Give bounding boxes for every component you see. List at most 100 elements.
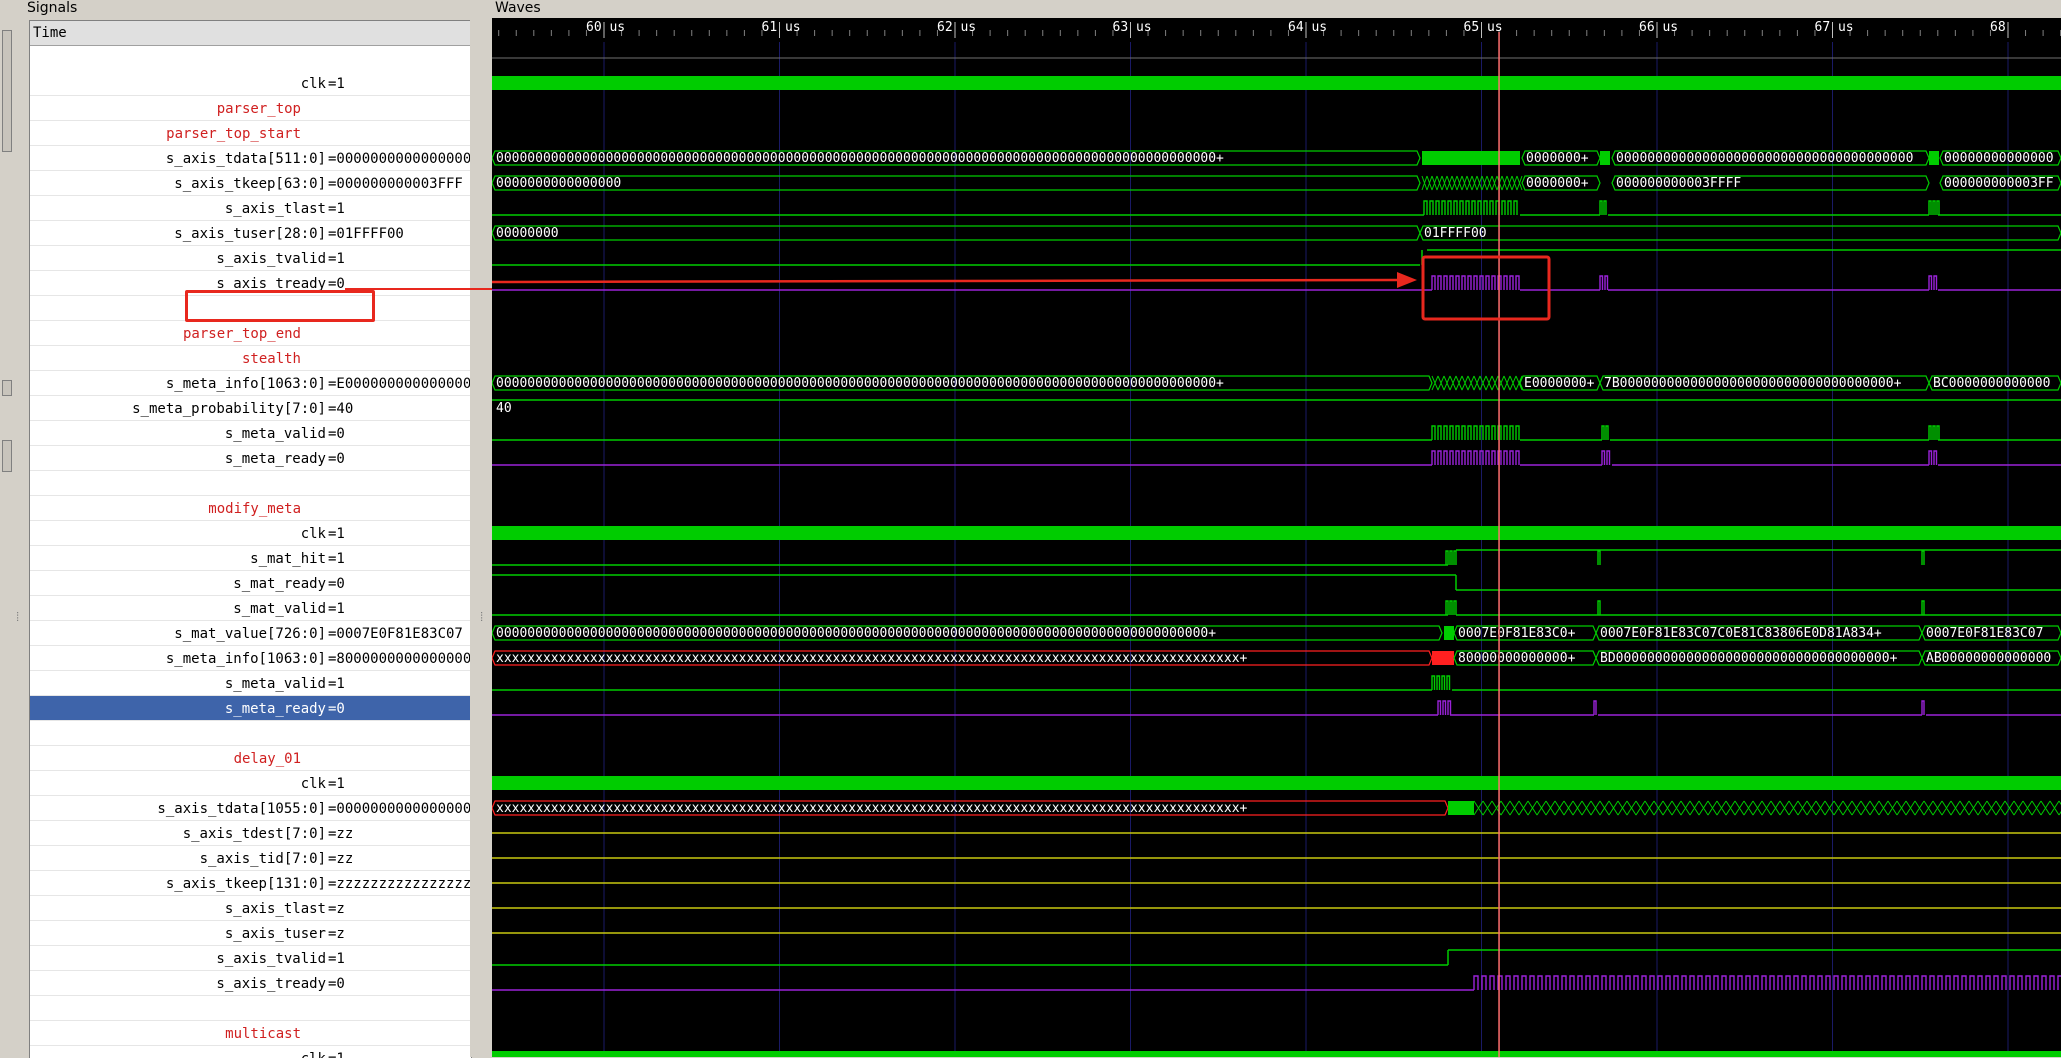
signal-row[interactable]: s_mat_valid =1 xyxy=(30,596,471,621)
signal-row[interactable]: s_meta_info[1063:0] =8000000000000000 xyxy=(30,646,471,671)
signal-row[interactable] xyxy=(30,721,471,746)
annotation-highlight-box xyxy=(185,290,375,322)
signal-value: =000000000003FFF xyxy=(328,176,463,192)
bus-toggle xyxy=(1431,375,1523,391)
bus-toggle xyxy=(1421,175,1523,191)
signal-row[interactable]: clk=1 xyxy=(30,521,471,546)
signal-group-row[interactable]: delay_01 xyxy=(30,746,471,771)
signal-row[interactable]: s_mat_ready =0 xyxy=(30,571,471,596)
ready-pulses xyxy=(1921,700,1925,715)
signal-row[interactable]: s_axis_tid[7:0] =zz xyxy=(30,846,471,871)
signal-row[interactable] xyxy=(30,996,471,1021)
wave-value-label: xxxxxxxxxxxxxxxxxxxxxxxxxxxxxxxxxxxxxxxx… xyxy=(496,651,1248,666)
signals-list[interactable]: Time clk =1 parser_top parser_top_start s_ax… xyxy=(29,20,472,1058)
signal-name: s_axis_tuser[28:0] xyxy=(174,226,326,242)
pulse-train xyxy=(1599,200,1607,215)
signal-row[interactable]: s_axis_tvalid =1 xyxy=(30,246,471,271)
clock-wave xyxy=(492,526,2061,540)
bus-segment xyxy=(492,175,1421,191)
signal-row[interactable]: s_meta_ready =0 xyxy=(30,446,471,471)
signal-name: s_meta_info[1063:0] xyxy=(165,376,326,392)
signal-value: =1 xyxy=(328,551,345,567)
signal-group-label: multicast xyxy=(225,1026,301,1042)
wave-value-label: 00000000000000000000000000000000000000 xyxy=(1616,151,1913,166)
signal-row[interactable]: s_meta_valid =0 xyxy=(30,421,471,446)
signal-value: =01FFFF00 xyxy=(328,226,404,242)
wave-value-label: xxxxxxxxxxxxxxxxxxxxxxxxxxxxxxxxxxxxxxxx… xyxy=(496,801,1248,816)
signal-row[interactable]: s_axis_tkeep[131:0] =zzzzzzzzzzzzzzzz xyxy=(30,871,471,896)
signal-row[interactable]: s_axis_tuser[28:0] =01FFFF00 xyxy=(30,221,471,246)
signal-name: s_meta_ready xyxy=(224,451,326,467)
signal-row[interactable]: s_mat_value[726:0] =0007E0F81E83C07 xyxy=(30,621,471,646)
left-frame: ⁞ xyxy=(0,0,21,1057)
signal-row[interactable]: s_axis_tuser =z xyxy=(30,921,471,946)
signal-group-row[interactable]: parser_top_end xyxy=(30,321,471,346)
pulse-train xyxy=(1445,600,1457,615)
drag-grip-icon[interactable]: ⁞ xyxy=(478,610,485,625)
signal-row[interactable]: s_axis_tready =0 xyxy=(30,971,471,996)
panel-divider[interactable]: ⁞ xyxy=(470,0,492,1057)
signal-row[interactable]: s_axis_tvalid =1 xyxy=(30,946,471,971)
signal-value: =8000000000000000 xyxy=(328,651,472,667)
ruler-tick-label: 60 us xyxy=(586,20,625,35)
ready-pulses xyxy=(1601,450,1611,465)
signal-group-row[interactable]: stealth xyxy=(30,346,471,371)
signal-value: =0 xyxy=(328,576,345,592)
signal-row[interactable]: s_meta_info[1063:0] =E000000000000000 xyxy=(30,371,471,396)
waveform-canvas[interactable]: 60 us 61 us 62 us 63 us 64 us 65 us 66 us 67 us… xyxy=(492,18,2061,1057)
signal-name: s_axis_tvalid xyxy=(216,251,326,267)
signal-name: s_axis_tlast xyxy=(224,201,326,217)
splitter-button[interactable] xyxy=(2,380,12,396)
ruler-tick-label: 61 us xyxy=(762,20,801,35)
signal-value: =z xyxy=(328,901,345,917)
signal-name: s_axis_tvalid xyxy=(216,951,326,967)
signal-name: clk xyxy=(300,526,326,542)
signal-group-label: delay_01 xyxy=(233,751,301,767)
splitter-button[interactable] xyxy=(2,440,12,472)
signal-row[interactable]: s_axis_tlast =1 xyxy=(30,196,471,221)
signal-row[interactable] xyxy=(30,471,471,496)
signal-group-row[interactable]: modify_meta xyxy=(30,496,471,521)
signal-row[interactable]: clk=1 xyxy=(30,771,471,796)
signal-row[interactable]: s_meta_valid =1 xyxy=(30,671,471,696)
signal-value: =1 xyxy=(328,526,345,542)
pulse-train xyxy=(1423,200,1518,215)
signal-row[interactable]: s_axis_tdata[511:0] =0000000000000000 xyxy=(30,146,471,171)
signal-name: s_mat_ready xyxy=(233,576,326,592)
signal-name: s_meta_valid xyxy=(224,676,326,692)
signal-group-row[interactable]: parser_top xyxy=(30,96,471,121)
bus-activity-block xyxy=(1422,151,1520,165)
pulse-train xyxy=(1597,550,1601,565)
signal-row[interactable]: clk=1 xyxy=(30,71,471,96)
signal-row[interactable]: s_axis_tdest[7:0] =zz xyxy=(30,821,471,846)
signal-row[interactable]: s_axis_tkeep[63:0] =000000000003FFF xyxy=(30,171,471,196)
signal-row[interactable]: s_meta_ready =0 xyxy=(30,696,471,721)
ready-pulses xyxy=(1599,275,1609,290)
signal-value: =0 xyxy=(328,976,345,992)
signal-name: s_axis_tdata[511:0] xyxy=(165,151,326,167)
collapse-handle[interactable] xyxy=(2,30,12,152)
signal-group-label: modify_meta xyxy=(208,501,301,517)
bus-toggle xyxy=(1473,800,2061,816)
pulse-train xyxy=(1928,200,1940,215)
signal-row[interactable]: s_axis_tlast =z xyxy=(30,896,471,921)
wave-value-label: 00000000000000 xyxy=(1944,151,2054,166)
waveform-viewer[interactable]: 60 us 61 us 62 us 63 us 64 us 65 us 66 us 67 us… xyxy=(492,18,2061,1057)
signal-row[interactable]: s_axis_tdata[1055:0] =0000000000000000 xyxy=(30,796,471,821)
signal-row[interactable]: s_mat_hit =1 xyxy=(30,546,471,571)
signal-row[interactable]: s_meta_probability[7:0] =40 xyxy=(30,396,471,421)
bus-segment xyxy=(492,225,1421,241)
digital-wave xyxy=(492,949,2061,966)
signal-name: s_axis_tid[7:0] xyxy=(199,851,326,867)
ready-pulses xyxy=(1473,975,2061,990)
wave-value-label: 80000000000000+ xyxy=(1458,651,1576,666)
drag-grip-icon[interactable]: ⁞ xyxy=(14,610,21,625)
pulse-train xyxy=(1445,550,1457,565)
signal-row[interactable]: clk=1 xyxy=(30,1046,471,1058)
ruler-tick-label: 65 us xyxy=(1464,20,1503,35)
signal-group-row[interactable]: multicast xyxy=(30,1021,471,1046)
ruler-tick-label: 62 us xyxy=(937,20,976,35)
ready-pulses xyxy=(1593,700,1597,715)
ready-pulses xyxy=(1928,450,1938,465)
signal-group-row[interactable]: parser_top_start xyxy=(30,121,471,146)
